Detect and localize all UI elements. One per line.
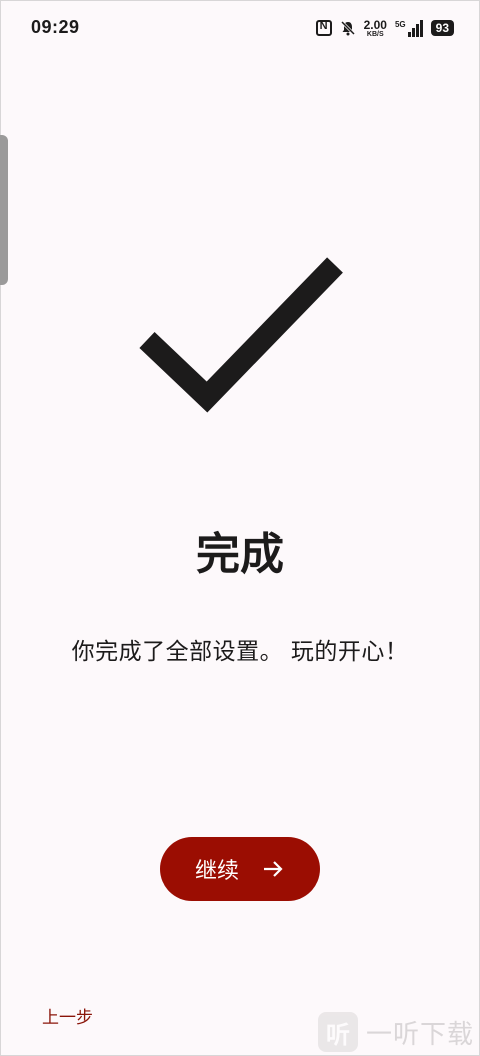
watermark-text: 一听下载 <box>366 1019 475 1050</box>
arrow-right-icon <box>264 861 283 877</box>
continue-button[interactable]: 继续 <box>160 837 320 901</box>
side-panel-handle[interactable] <box>0 135 8 285</box>
speed-unit: KB/S <box>366 30 384 38</box>
watermark-logo: 听 <box>318 1012 358 1052</box>
battery-icon: 93 <box>430 20 454 36</box>
watermark: 听 一听下载 <box>318 1012 474 1052</box>
checkmark-icon <box>139 257 343 413</box>
status-bar: 09:29 2.00 KB/S 5G 93 <box>0 0 480 56</box>
status-icons: 2.00 KB/S 5G 93 <box>315 17 454 39</box>
signal-icon: 5G <box>394 19 423 37</box>
previous-button[interactable]: 上一步 <box>42 1003 93 1028</box>
completion-message: 你完成了全部设置。 玩的开心！ <box>71 639 409 665</box>
speed-value: 2.00 <box>363 17 387 32</box>
nfc-icon <box>315 20 332 36</box>
network-type: 5G <box>394 19 406 29</box>
continue-label: 继续 <box>194 859 239 884</box>
network-speed: 2.00 KB/S <box>364 19 387 38</box>
status-time: 09:29 <box>31 17 80 37</box>
page-title: 完成 <box>196 529 284 580</box>
bell-muted-icon <box>340 20 355 36</box>
